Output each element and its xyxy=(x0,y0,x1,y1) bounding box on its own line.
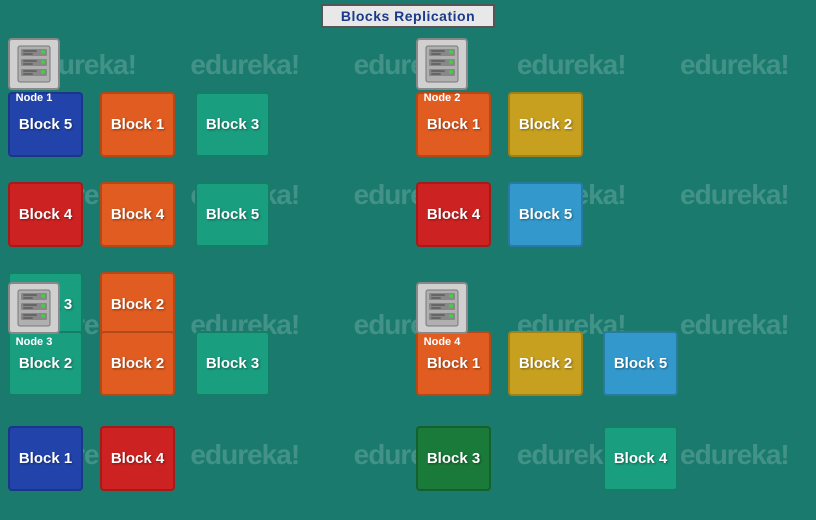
block-label-b1-3t: Block 3 xyxy=(206,116,259,133)
node-label-node3: Node 3 xyxy=(16,336,53,348)
block-b1-4o: Block 4 xyxy=(100,182,175,247)
block-label-b4-3: Block 3 xyxy=(427,450,480,467)
block-label-b1-1o: Block 1 xyxy=(111,116,164,133)
block-b3-2o: Block 2 xyxy=(100,331,175,396)
block-label-b3-2o: Block 2 xyxy=(111,355,164,372)
block-label-b4-5: Block 5 xyxy=(614,355,667,372)
nodes-container: Node 1 Block 5 Block 4 Block 3 Block 2 Block … xyxy=(0,32,816,520)
block-label-b3-1: Block 1 xyxy=(19,450,72,467)
block-b1-3t: Block 3 xyxy=(195,92,270,157)
block-b2-5: Block 5 xyxy=(508,182,583,247)
block-b1-4: Block 4 xyxy=(8,182,83,247)
block-label-b3-4: Block 4 xyxy=(111,450,164,467)
node-panel-node1: Node 1Block 5Block 4Block 3Block 2Block … xyxy=(0,32,408,276)
main-content: Node 1 Block 5 Block 4 Block 3 Block 2 Block … xyxy=(0,32,816,520)
block-b2-4: Block 4 xyxy=(416,182,491,247)
server-icon-node4 xyxy=(416,282,468,334)
node-label-node2: Node 2 xyxy=(424,92,461,104)
block-label-b2-1: Block 1 xyxy=(427,116,480,133)
node-panel-node2: Node 2 Block 1 Block 4 Block 2 Block 5 xyxy=(408,32,816,276)
block-label-b2-4: Block 4 xyxy=(427,206,480,223)
server-icon-node2 xyxy=(416,38,468,90)
node-panel-node4: Node 4 Block 1 Block 3 Block 2 Block 5 Block … xyxy=(408,276,816,520)
block-label-b3-2t: Block 2 xyxy=(19,355,72,372)
block-b1-5t: Block 5 xyxy=(195,182,270,247)
block-b1-1o: Block 1 xyxy=(100,92,175,157)
node-icon-area-node4: Node 4 xyxy=(416,282,468,348)
block-label-b1-4: Block 4 xyxy=(19,206,72,223)
block-b4-3: Block 3 xyxy=(416,426,491,491)
block-label-b4-4t: Block 4 xyxy=(614,450,667,467)
block-label-b1-5: Block 5 xyxy=(19,116,72,133)
block-label-b4-1: Block 1 xyxy=(427,355,480,372)
block-label-b2-2: Block 2 xyxy=(519,116,572,133)
block-label-b1-4o: Block 4 xyxy=(111,206,164,223)
node-label-node1: Node 1 xyxy=(16,92,53,104)
block-b4-5: Block 5 xyxy=(603,331,678,396)
title-bar: Blocks Replication xyxy=(0,0,816,32)
block-b4-4t: Block 4 xyxy=(603,426,678,491)
block-label-b2-5: Block 5 xyxy=(519,206,572,223)
block-b3-4: Block 4 xyxy=(100,426,175,491)
node-icon-area-node2: Node 2 xyxy=(416,38,468,104)
page-title: Blocks Replication xyxy=(321,4,495,28)
block-b2-2: Block 2 xyxy=(508,92,583,157)
node-icon-area-node3: Node 3 xyxy=(8,282,60,348)
node-panel-node3: Node 3 Block 2 Block 1 Block 2 Block 4 Block … xyxy=(0,276,408,520)
block-b3-3: Block 3 xyxy=(195,331,270,396)
block-label-b3-3: Block 3 xyxy=(206,355,259,372)
block-b4-2: Block 2 xyxy=(508,331,583,396)
block-label-b4-2: Block 2 xyxy=(519,355,572,372)
server-icon-node3 xyxy=(8,282,60,334)
node-icon-area-node1: Node 1 xyxy=(8,38,60,104)
node-label-node4: Node 4 xyxy=(424,336,461,348)
block-label-b1-5t: Block 5 xyxy=(206,206,259,223)
server-icon-node1 xyxy=(8,38,60,90)
block-b3-1: Block 1 xyxy=(8,426,83,491)
